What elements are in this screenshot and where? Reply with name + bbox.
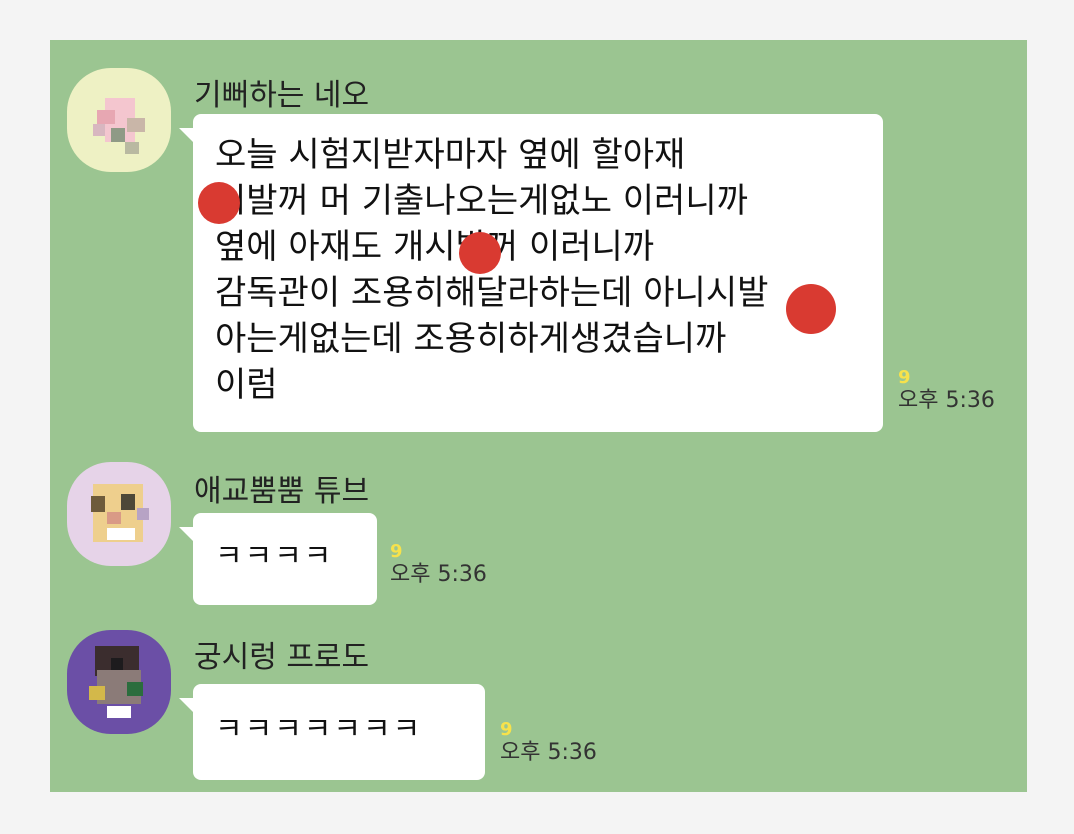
message-line: ㅋㅋㅋㅋㅋㅋㅋ: [215, 712, 423, 747]
message-bubble[interactable]: ㅋㅋㅋㅋㅋㅋㅋ: [179, 684, 485, 780]
message-meta: 9 오후 5:36: [390, 542, 487, 588]
message-line: ㅋㅋㅋㅋ: [215, 539, 334, 574]
unread-count: 9: [898, 367, 911, 388]
frodo-avatar-icon[interactable]: [67, 630, 171, 734]
message-1: 기뻐하는 네오 오늘 시험지받자마자 옆에 할아재 시발꺼 머 기출나오는게없노…: [50, 40, 1027, 440]
redaction-mark: [459, 232, 501, 274]
message-line: 오늘 시험지받자마자 옆에 할아재: [215, 135, 686, 175]
timestamp: 오후 5:36: [390, 562, 487, 587]
redaction-mark: [198, 182, 240, 224]
message-meta: 9 오후 5:36: [500, 720, 597, 766]
message-2: 애교뿜뿜 튜브 ㅋㅋㅋㅋ 9 오후 5:36: [50, 450, 1027, 620]
message-bubble[interactable]: 오늘 시험지받자마자 옆에 할아재 시발꺼 머 기출나오는게없노 이러니까 옆에…: [179, 114, 883, 432]
chat-panel: 기뻐하는 네오 오늘 시험지받자마자 옆에 할아재 시발꺼 머 기출나오는게없노…: [50, 40, 1027, 792]
redaction-mark: [786, 284, 836, 334]
message-bubble[interactable]: ㅋㅋㅋㅋ: [179, 513, 377, 605]
sender-name: 애교뿜뿜 튜브: [194, 474, 370, 509]
tube-avatar-icon[interactable]: [67, 462, 171, 566]
message-meta: 9 오후 5:36: [898, 368, 995, 414]
message-line: 시발꺼 머 기출나오는게없노 이러니까: [215, 181, 748, 221]
sender-name: 궁시렁 프로도: [194, 640, 370, 675]
timestamp: 오후 5:36: [500, 740, 597, 765]
unread-count: 9: [500, 719, 513, 740]
bubble-tail: [179, 128, 195, 144]
neo-avatar-icon[interactable]: [67, 68, 171, 172]
unread-count: 9: [390, 541, 403, 562]
message-line: 이럼: [215, 365, 278, 405]
bubble-tail: [179, 698, 195, 714]
timestamp: 오후 5:36: [898, 388, 995, 413]
message-line: 아는게없는데 조용히하게생겼습니까: [215, 319, 727, 359]
message-line: 감독관이 조용히해달라하는데 아니시발: [215, 273, 769, 313]
sender-name: 기뻐하는 네오: [194, 78, 370, 113]
bubble-tail: [179, 527, 195, 543]
message-3: 궁시렁 프로도 ㅋㅋㅋㅋㅋㅋㅋ 9 오후 5:36: [50, 620, 1027, 792]
